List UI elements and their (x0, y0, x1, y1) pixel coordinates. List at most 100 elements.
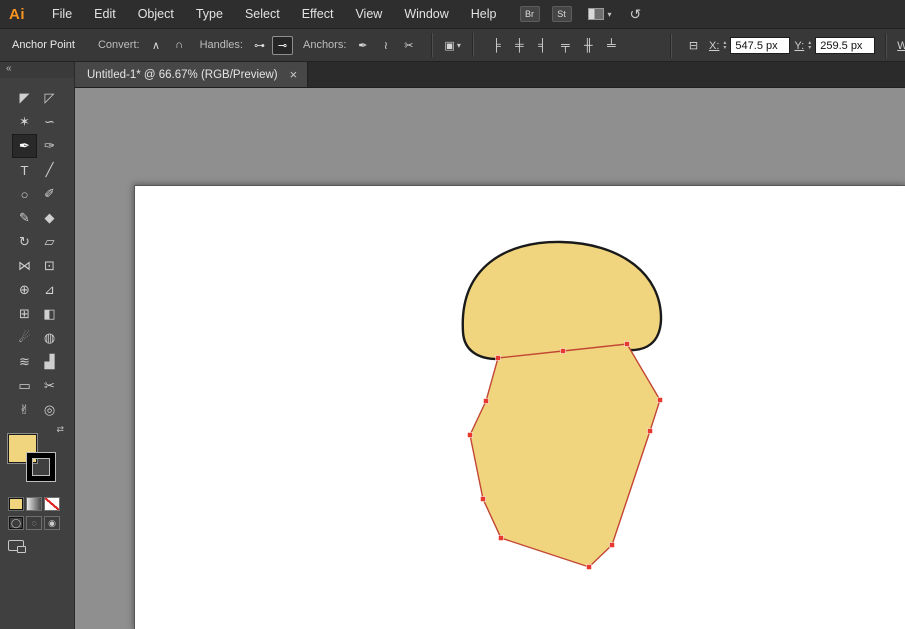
anchor-point[interactable] (499, 536, 504, 541)
menu-object[interactable]: Object (127, 0, 185, 28)
column-graph-tool[interactable]: ▟ (37, 350, 62, 374)
color-button[interactable] (8, 497, 24, 511)
perspective-grid-tool[interactable]: ⊿ (37, 278, 62, 302)
menu-window[interactable]: Window (393, 0, 459, 28)
close-tab-icon[interactable]: × (290, 68, 298, 81)
pencil-tool[interactable]: ✎ (12, 206, 37, 230)
document-tab[interactable]: Untitled-1* @ 66.67% (RGB/Preview) × (75, 62, 308, 87)
draw-mode-row: ◯◌◉ (0, 516, 74, 530)
width-tool[interactable]: ⋈ (12, 254, 37, 278)
slice-tool[interactable]: ✂ (37, 374, 62, 398)
hand-tool[interactable]: ✌ (12, 398, 37, 422)
x-stepper[interactable]: ▴▾ (723, 41, 726, 51)
menu: FileEditObjectTypeSelectEffectViewWindow… (41, 0, 508, 28)
menu-type[interactable]: Type (185, 0, 234, 28)
screen-mode-button[interactable] (8, 540, 30, 556)
stepper-down-icon[interactable]: ▾ (723, 46, 726, 51)
y-input[interactable] (815, 37, 875, 54)
anchor-point[interactable] (561, 349, 566, 354)
menu-file[interactable]: File (41, 0, 83, 28)
swap-fill-stroke-icon[interactable]: ⇄ (56, 424, 64, 435)
app-logo[interactable]: Ai (9, 6, 25, 23)
align-vertical-center-icon[interactable]: ╫ (578, 36, 599, 55)
lasso-tool[interactable]: ∽ (37, 110, 62, 134)
draw-normal-mode[interactable]: ◯ (8, 516, 24, 530)
remove-anchor-icon[interactable]: ✒ (352, 36, 373, 55)
curvature-tool[interactable]: ✑ (37, 134, 62, 158)
align-vertical-bottom-icon[interactable]: ╧ (601, 36, 622, 55)
cut-path-icon[interactable]: ✂ (398, 36, 419, 55)
stroke-color-swatch[interactable] (27, 453, 55, 481)
magic-wand-tool[interactable]: ✶ (12, 110, 37, 134)
scale-tool[interactable]: ▱ (37, 230, 62, 254)
symbol-sprayer-tool[interactable]: ≋ (12, 350, 37, 374)
anchor-point[interactable] (496, 356, 501, 361)
draw-behind-mode[interactable]: ◌ (26, 516, 42, 530)
eraser-tool[interactable]: ◆ (37, 206, 62, 230)
hide-handles-icon[interactable]: ⊸ (272, 36, 293, 55)
connect-anchors-icon[interactable]: ≀ (375, 36, 396, 55)
rotate-view-icon[interactable]: ↺ (630, 6, 642, 23)
isolate-object-button[interactable]: ▣ ▾ (444, 39, 460, 52)
anchor-point[interactable] (587, 565, 592, 570)
anchor-point[interactable] (481, 497, 486, 502)
gradient-button[interactable] (26, 497, 42, 511)
anchor-point[interactable] (468, 433, 473, 438)
y-label[interactable]: Y: (794, 40, 804, 52)
anchors-icon-group: ✒≀✂ (351, 36, 420, 55)
y-stepper[interactable]: ▴▾ (808, 41, 811, 51)
selection-tool[interactable]: ◤ (12, 86, 37, 110)
x-input[interactable] (730, 37, 790, 54)
show-handles-icon[interactable]: ⊶ (249, 36, 270, 55)
mushroom-cap-shape[interactable] (463, 242, 661, 359)
handles-label: Handles: (200, 39, 243, 51)
menu-edit[interactable]: Edit (83, 0, 127, 28)
pen-tool[interactable]: ✒ (12, 134, 37, 158)
screen-mode-icon (8, 540, 24, 551)
ellipse-tool[interactable]: ○ (12, 182, 37, 206)
blend-tool[interactable]: ◍ (37, 326, 62, 350)
anchor-point[interactable] (484, 399, 489, 404)
artboard-tool[interactable]: ▭ (12, 374, 37, 398)
menu-view[interactable]: View (344, 0, 393, 28)
anchor-point[interactable] (610, 543, 615, 548)
eyedropper-tool[interactable]: ☄ (12, 326, 37, 350)
rotate-tool[interactable]: ↻ (12, 230, 37, 254)
anchor-point[interactable] (658, 398, 663, 403)
align-horizontal-center-icon[interactable]: ╪ (509, 36, 530, 55)
none-button[interactable] (44, 497, 60, 511)
align-horizontal-left-icon[interactable]: ╞ (486, 36, 507, 55)
menu-help[interactable]: Help (460, 0, 508, 28)
type-tool[interactable]: T (12, 158, 37, 182)
selected-polygon-shape[interactable] (470, 344, 660, 567)
gradient-tool[interactable]: ◧ (37, 302, 62, 326)
stock-button[interactable]: St (552, 6, 572, 22)
draw-inside-mode[interactable]: ◉ (44, 516, 60, 530)
canvas[interactable] (75, 88, 905, 629)
direct-selection-tool[interactable]: ◸ (37, 86, 62, 110)
menubar: Ai FileEditObjectTypeSelectEffectViewWin… (0, 0, 905, 29)
paintbrush-tool[interactable]: ✐ (37, 182, 62, 206)
convert-to-corner-icon[interactable]: ∧ (146, 36, 167, 55)
free-transform-tool[interactable]: ⊡ (37, 254, 62, 278)
bridge-button[interactable]: Br (520, 6, 540, 22)
anchor-point[interactable] (648, 429, 653, 434)
anchor-point[interactable] (625, 342, 630, 347)
zoom-tool[interactable]: ◎ (37, 398, 62, 422)
x-label[interactable]: X: (709, 40, 719, 52)
collapse-panel-button[interactable]: « (0, 62, 74, 78)
reference-point-icon[interactable]: ⊟ (683, 36, 704, 55)
shape-builder-tool[interactable]: ⊕ (12, 278, 37, 302)
stepper-down-icon[interactable]: ▾ (808, 46, 811, 51)
w-label[interactable]: W: (897, 40, 905, 52)
menu-effect[interactable]: Effect (291, 0, 345, 28)
align-horizontal-right-icon[interactable]: ╡ (532, 36, 553, 55)
convert-to-smooth-icon[interactable]: ∩ (169, 36, 190, 55)
mesh-tool[interactable]: ⊞ (12, 302, 37, 326)
menu-select[interactable]: Select (234, 0, 291, 28)
workspace-switcher[interactable]: ▾ (588, 8, 612, 20)
anchors-label: Anchors: (303, 39, 346, 51)
document-tab-bar: Untitled-1* @ 66.67% (RGB/Preview) × (75, 62, 905, 88)
line-segment-tool[interactable]: ╱ (37, 158, 62, 182)
align-vertical-top-icon[interactable]: ╤ (555, 36, 576, 55)
